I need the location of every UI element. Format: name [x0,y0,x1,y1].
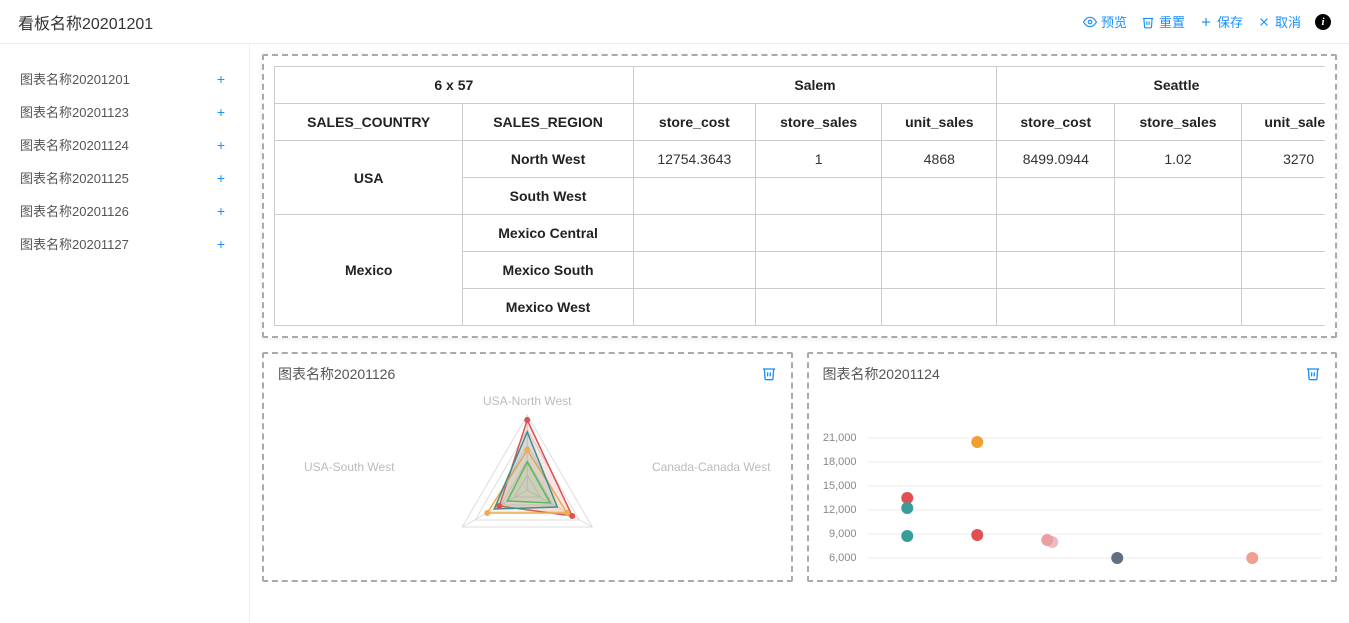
y-tick: 12,000 [817,504,857,516]
city-header: Seattle [997,67,1325,104]
trash-icon [761,365,777,381]
sidebar-item[interactable]: 图表名称20201201 + [0,62,249,95]
country-cell: USA [275,141,463,215]
col-header: store_cost [997,104,1115,141]
header-actions: 预览 重置 保存 取消 i [1083,12,1331,31]
region-cell: Mexico South [463,252,633,289]
save-button[interactable]: 保存 [1199,12,1243,31]
sidebar-item[interactable]: 图表名称20201126 + [0,194,249,227]
cell: 1 [755,141,881,178]
sidebar-item-label: 图表名称20201123 [20,102,129,121]
table-row: USA North West 12754.3643 1 4868 8499.09… [275,141,1326,178]
region-cell: Mexico West [463,289,633,326]
sidebar-item-label: 图表名称20201126 [20,201,129,220]
scatter-chart-body: 21,000 18,000 15,000 12,000 9,000 6,000 [809,390,1336,570]
region-cell: North West [463,141,633,178]
chart-title: 图表名称20201124 [823,364,940,384]
table-widget[interactable]: 6 x 57 Salem Seattle Tacoma SALES_COUNTR… [262,54,1337,338]
sidebar-item-label: 图表名称20201125 [20,168,129,187]
y-tick: 15,000 [817,480,857,492]
main-canvas: 6 x 57 Salem Seattle Tacoma SALES_COUNTR… [250,44,1349,623]
add-icon[interactable]: + [217,137,225,153]
table-row: Mexico Mexico Central [275,215,1326,252]
city-header: Salem [633,67,997,104]
col-header: SALES_REGION [463,104,633,141]
sidebar-item[interactable]: 图表名称20201124 + [0,128,249,161]
sidebar-item[interactable]: 图表名称20201123 + [0,95,249,128]
cell: 1.02 [1115,141,1241,178]
region-cell: South West [463,178,633,215]
y-tick: 6,000 [817,552,857,564]
delete-button[interactable] [761,365,777,384]
cell: 12754.3643 [633,141,755,178]
cancel-button[interactable]: 取消 [1257,12,1301,31]
y-tick: 9,000 [817,528,857,540]
sidebar-item-label: 图表名称20201127 [20,234,129,253]
col-header: SALES_COUNTRY [275,104,463,141]
cell: 3270 [1241,141,1325,178]
page-title: 看板名称20201201 [18,10,153,34]
col-header: store_sales [755,104,881,141]
add-icon[interactable]: + [217,104,225,120]
y-tick: 21,000 [817,432,857,444]
add-icon[interactable]: + [217,203,225,219]
add-icon[interactable]: + [217,71,225,87]
delete-button[interactable] [1305,365,1321,384]
col-header: store_sales [1115,104,1241,141]
trash-icon [1305,365,1321,381]
radar-chart-body: USA-North West Canada-Canada West USA-So… [264,390,791,570]
cell: 8499.0944 [997,141,1115,178]
sidebar: 图表名称20201201 + 图表名称20201123 + 图表名称20201124… [0,44,250,623]
eye-icon [1083,15,1097,29]
radar-axis-label: USA-South West [304,460,394,474]
sidebar-item-label: 图表名称20201124 [20,135,129,154]
scatter-chart-widget[interactable]: 图表名称20201124 21,000 18,000 15,000 12,000… [807,352,1338,582]
header: 看板名称20201201 预览 重置 保存 取消 i [0,0,1349,44]
close-icon [1257,15,1271,29]
sidebar-item[interactable]: 图表名称20201127 + [0,227,249,260]
region-cell: Mexico Central [463,215,633,252]
radar-chart-widget[interactable]: 图表名称20201126 USA-North West Canada-Canad… [262,352,793,582]
reset-button[interactable]: 重置 [1141,12,1185,31]
trash-icon [1141,15,1155,29]
country-cell: Mexico [275,215,463,326]
col-header: unit_sales [1241,104,1325,141]
radar-axis-label: USA-North West [483,394,571,408]
sidebar-item-label: 图表名称20201201 [20,69,130,88]
y-tick: 18,000 [817,456,857,468]
add-icon[interactable]: + [217,170,225,186]
sidebar-item[interactable]: 图表名称20201125 + [0,161,249,194]
preview-button[interactable]: 预览 [1083,12,1127,31]
pivot-table: 6 x 57 Salem Seattle Tacoma SALES_COUNTR… [274,66,1325,326]
col-header: store_cost [633,104,755,141]
chart-title: 图表名称20201126 [278,364,395,384]
col-header: unit_sales [882,104,997,141]
table-scroll[interactable]: 6 x 57 Salem Seattle Tacoma SALES_COUNTR… [274,66,1325,326]
add-icon[interactable]: + [217,236,225,252]
cell: 4868 [882,141,997,178]
info-icon[interactable]: i [1315,14,1331,30]
radar-axis-label: Canada-Canada West [652,460,771,474]
table-corner: 6 x 57 [275,67,634,104]
plus-icon [1199,15,1213,29]
